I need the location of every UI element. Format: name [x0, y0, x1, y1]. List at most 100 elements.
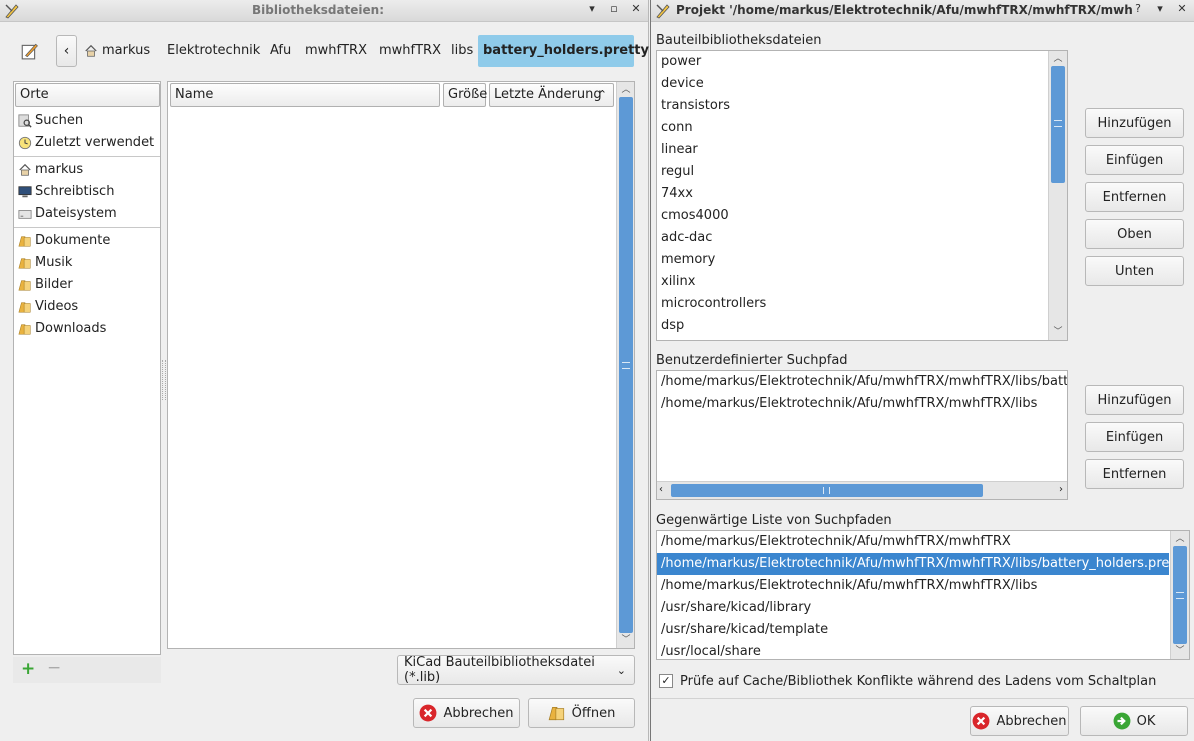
scroll-thumb[interactable] [619, 97, 633, 633]
lib-remove-button[interactable]: Entfernen [1085, 182, 1184, 212]
current-path-item[interactable]: /usr/share/kicad/template [657, 619, 1169, 641]
place-search[interactable]: Suchen [14, 110, 160, 132]
minimize-icon[interactable]: ▾ [586, 2, 598, 15]
ok-button[interactable]: OK [1080, 706, 1188, 736]
chevron-down-icon: ⌄ [616, 663, 626, 677]
current-path-item[interactable]: /home/markus/Elektrotechnik/Afu/mwhfTRX/… [657, 553, 1187, 575]
current-path-item[interactable]: /home/markus/Elektrotechnik/Afu/mwhfTRX/… [657, 575, 1169, 597]
user-path-hscrollbar[interactable]: ‹ › [657, 481, 1067, 499]
file-list-scrollbar[interactable]: ︿ ﹀ [616, 82, 634, 648]
scroll-down-icon[interactable]: ﹀ [1049, 325, 1067, 339]
edit-icon [21, 43, 38, 60]
add-bookmark-icon[interactable]: + [21, 659, 35, 679]
open-button[interactable]: Öffnen [528, 698, 635, 728]
lib-up-button[interactable]: Oben [1085, 219, 1184, 249]
grip-icon [622, 362, 630, 369]
path-add-button[interactable]: Hinzufügen [1085, 385, 1184, 415]
place-downloads[interactable]: Downloads [14, 318, 160, 340]
crumb-mwhftrx-1[interactable]: mwhfTRX [305, 35, 367, 67]
library-list-item[interactable]: power [657, 51, 1047, 73]
library-list-scrollbar[interactable]: ︿ ﹀ [1048, 51, 1067, 340]
scroll-up-icon[interactable]: ︿ [1049, 52, 1067, 66]
scroll-up-icon[interactable]: ︿ [617, 83, 634, 97]
places-header[interactable]: Orte [15, 83, 160, 107]
current-path-item[interactable]: /usr/local/share [657, 641, 1169, 659]
library-list-item[interactable]: conn [657, 117, 1047, 139]
column-name[interactable]: Name [170, 83, 440, 107]
right-titlebar[interactable]: Projekt '/home/markus/Elektrotechnik/Afu… [651, 0, 1194, 22]
library-list-item[interactable]: cmos4000 [657, 205, 1047, 227]
library-list-item[interactable]: dsp [657, 315, 1047, 337]
place-desktop[interactable]: Schreibtisch [14, 181, 160, 203]
scroll-left-icon[interactable]: ‹ [659, 484, 663, 495]
home-icon [19, 163, 31, 176]
help-icon[interactable]: ? [1132, 2, 1144, 15]
user-path-item[interactable]: /home/markus/Elektrotechnik/Afu/mwhfTRX/… [657, 393, 1067, 415]
crumb-battery-holders[interactable]: battery_holders.pretty [478, 35, 649, 67]
close-icon[interactable]: ✕ [1176, 2, 1188, 15]
place-documents[interactable]: Dokumente [14, 230, 160, 252]
lib-add-button[interactable]: Hinzufügen [1085, 108, 1184, 138]
breadcrumb: ‹ markus Elektrotechnik Afu mwhfTRX mwhf… [14, 35, 649, 67]
current-path-item[interactable]: /usr/share/kicad/library [657, 597, 1169, 619]
remove-bookmark-icon[interactable]: − [47, 658, 61, 678]
place-filesystem[interactable]: Dateisystem [14, 203, 160, 225]
cancel-button[interactable]: Abbrechen [413, 698, 520, 728]
library-list-item[interactable]: adc-dac [657, 227, 1047, 249]
chevron-left-icon: ‹ [63, 43, 70, 59]
user-path-rows: /home/markus/Elektrotechnik/Afu/mwhfTRX/… [657, 371, 1067, 415]
pane-splitter[interactable] [162, 360, 166, 400]
close-icon[interactable]: ✕ [630, 2, 642, 15]
library-list-item[interactable]: memory [657, 249, 1047, 271]
path-insert-button[interactable]: Einfügen [1085, 422, 1184, 452]
scroll-thumb[interactable] [1051, 66, 1065, 183]
library-list-item[interactable]: linear [657, 139, 1047, 161]
hscroll-thumb[interactable] [671, 484, 983, 497]
user-path-item[interactable]: /home/markus/Elektrotechnik/Afu/mwhfTRX/… [657, 371, 1067, 393]
left-titlebar[interactable]: Bibliotheksdateien: ▾ ▫ ✕ [0, 0, 648, 22]
back-button[interactable]: ‹ [56, 35, 77, 67]
current-path-scrollbar[interactable]: ︿ ﹀ [1170, 531, 1189, 659]
library-list-item[interactable]: xilinx [657, 271, 1047, 293]
places-list: Suchen Zuletzt verwendet markus Schreibt… [14, 110, 160, 340]
desktop-icon [18, 186, 32, 198]
conflict-check-checkbox[interactable]: ✓ [659, 674, 673, 688]
column-size[interactable]: Größe [443, 83, 487, 107]
file-filter-select[interactable]: KiCad Bauteilbibliotheksdatei (*.lib) ⌄ [397, 655, 635, 685]
maximize-icon[interactable]: ▫ [608, 2, 620, 15]
place-videos[interactable]: Videos [14, 296, 160, 318]
place-pictures[interactable]: Bilder [14, 274, 160, 296]
path-remove-button[interactable]: Entfernen [1085, 459, 1184, 489]
lib-insert-button[interactable]: Einfügen [1085, 145, 1184, 175]
crumb-markus[interactable]: markus [84, 35, 150, 67]
edit-location-button[interactable] [14, 36, 44, 66]
crumb-libs[interactable]: libs [451, 35, 473, 67]
scroll-down-icon[interactable]: ﹀ [617, 633, 634, 647]
place-recent[interactable]: Zuletzt verwendet [14, 132, 160, 154]
lib-down-button[interactable]: Unten [1085, 256, 1184, 286]
scroll-up-icon[interactable]: ︿ [1171, 532, 1189, 546]
place-music[interactable]: Musik [14, 252, 160, 274]
user-path-list: /home/markus/Elektrotechnik/Afu/mwhfTRX/… [656, 370, 1068, 500]
right-window-title: Projekt '/home/markus/Elektrotechnik/Afu… [676, 3, 1132, 17]
project-cancel-button[interactable]: Abbrechen [970, 706, 1069, 736]
column-modified[interactable]: Letzte Änderung ⌃ [489, 83, 614, 107]
scroll-thumb[interactable] [1173, 546, 1187, 644]
current-path-list: /home/markus/Elektrotechnik/Afu/mwhfTRX/… [656, 530, 1190, 660]
crumb-elektrotechnik[interactable]: Elektrotechnik [167, 35, 260, 67]
places-pane: Orte Suchen Zuletzt verwendet markus Sch… [13, 81, 161, 655]
current-path-item[interactable]: /home/markus/Elektrotechnik/Afu/mwhfTRX/… [657, 531, 1169, 553]
scroll-down-icon[interactable]: ﹀ [1171, 644, 1189, 658]
library-list-item[interactable]: 74xx [657, 183, 1047, 205]
minimize-icon[interactable]: ▾ [1154, 2, 1166, 15]
library-list-item[interactable]: transistors [657, 95, 1047, 117]
crumb-afu[interactable]: Afu [270, 35, 291, 67]
crumb-mwhftrx-2[interactable]: mwhfTRX [379, 35, 441, 67]
scroll-right-icon[interactable]: › [1059, 484, 1063, 495]
user-path-label: Benutzerdefinierter Suchpfad [656, 353, 848, 368]
place-home[interactable]: markus [14, 159, 160, 181]
library-list-item[interactable]: regul [657, 161, 1047, 183]
library-list-item[interactable]: microcontrollers [657, 293, 1047, 315]
library-list-item[interactable]: device [657, 73, 1047, 95]
folder-icon [18, 258, 31, 269]
